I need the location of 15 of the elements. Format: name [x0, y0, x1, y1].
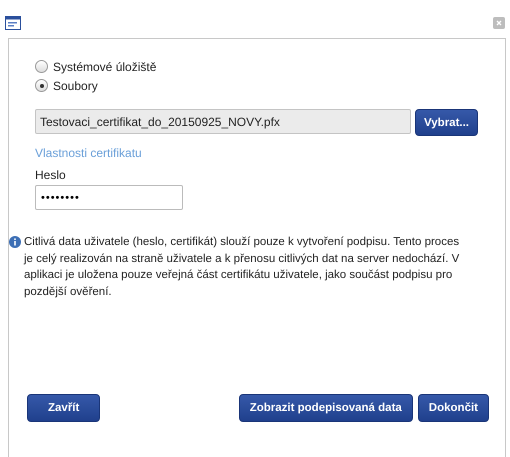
radio-button[interactable] — [35, 79, 48, 92]
password-field[interactable]: •••••••• — [35, 185, 183, 210]
close-button[interactable]: Zavřít — [27, 394, 100, 422]
radio-label: Systémové úložiště — [53, 60, 156, 74]
radio-button[interactable] — [35, 60, 48, 73]
info-icon — [9, 236, 21, 248]
file-field[interactable]: Testovaci_certifikat_do_20150925_NOVY.pfx — [35, 109, 412, 134]
window-icon — [5, 16, 21, 30]
info-text: Citlivá data uživatele (heslo, certifikát) slouží pouze k vytvoření podpisu. Tento proces je celý realizován na straně uživatele a k přenosu citlivých dat na server nedochází. V aplikaci je uložena pouze veřejná část certifikátu uživatele, jako součást podpisu pro pozdější ověření. — [24, 235, 460, 300]
finish-button[interactable]: Dokončit — [418, 394, 489, 422]
password-label: Heslo — [35, 168, 66, 182]
browse-button[interactable]: Vybrat... — [415, 109, 478, 136]
radio-label: Soubory — [53, 78, 98, 92]
close-icon[interactable] — [493, 17, 505, 29]
show-data-button[interactable]: Zobrazit podepisovaná data — [238, 394, 413, 422]
